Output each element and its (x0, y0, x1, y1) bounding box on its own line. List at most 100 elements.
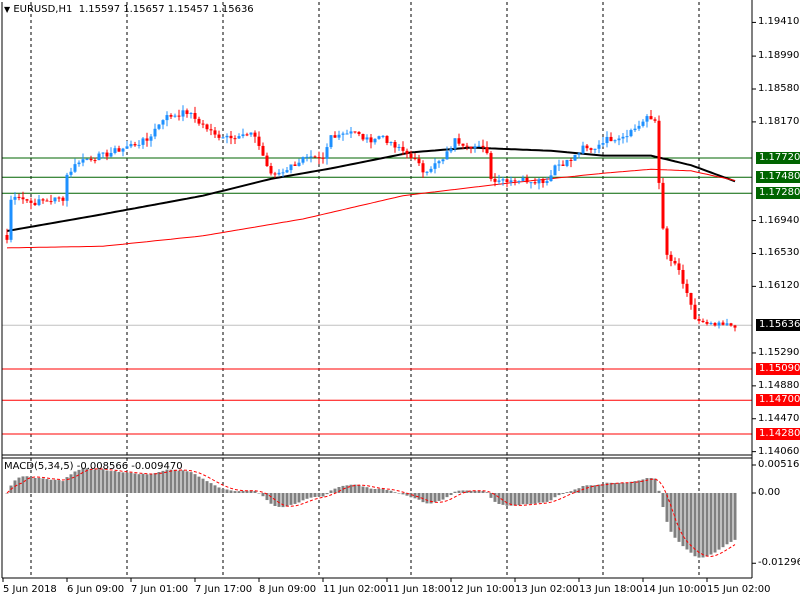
bull-candle (237, 136, 241, 139)
bull-candle (617, 138, 621, 141)
bear-candle (665, 228, 669, 255)
macd-indicator (5, 468, 737, 558)
bear-candle (29, 200, 33, 203)
macd-bar (153, 473, 157, 493)
bear-candle (49, 201, 53, 203)
bull-candle (137, 144, 141, 146)
macd-bar (169, 469, 173, 493)
bull-candle (453, 138, 457, 149)
bull-candle (425, 171, 429, 173)
bear-candle (61, 197, 65, 201)
macd-bar (309, 493, 313, 498)
time-axis-label: 15 Jun 02:00 (707, 584, 771, 595)
bull-candle (85, 158, 89, 160)
bull-candle (629, 130, 633, 137)
bull-candle (301, 157, 305, 163)
macd-bar (733, 493, 737, 540)
macd-bar (425, 493, 429, 504)
bull-candle (285, 170, 289, 173)
macd-bar (113, 470, 117, 493)
bear-candle (461, 143, 465, 146)
macd-bar (369, 488, 373, 493)
macd-bar (349, 484, 353, 493)
bear-candle (233, 138, 237, 140)
bear-candle (313, 156, 317, 158)
price-axis-label: 1.16940 (758, 214, 800, 226)
macd-bar (441, 493, 445, 500)
macd-bar (517, 493, 521, 506)
bear-candle (481, 145, 485, 148)
bull-candle (345, 133, 349, 135)
bull-candle (173, 115, 177, 117)
bull-candle (121, 148, 125, 152)
triangle-down-icon[interactable]: ▼ (4, 5, 10, 14)
macd-bar (17, 477, 21, 493)
macd-bar (649, 478, 653, 493)
bull-candle (593, 148, 597, 150)
bear-candle (669, 254, 673, 261)
bear-candle (485, 147, 489, 154)
price-chart[interactable] (0, 0, 800, 600)
time-axis-label: 6 Jun 09:00 (67, 584, 125, 595)
bear-candle (513, 180, 517, 182)
bull-candle (141, 138, 145, 145)
target-level-tag: 1.14280 (756, 427, 800, 440)
bull-candle (365, 137, 369, 140)
bear-candle (209, 129, 213, 131)
macd-bar (437, 493, 441, 501)
bear-candle (257, 136, 261, 146)
bear-candle (333, 135, 337, 138)
bear-candle (269, 166, 273, 174)
bear-candle (229, 135, 233, 139)
macd-bar (53, 479, 57, 493)
bull-candle (397, 146, 401, 148)
macd-bar (321, 493, 325, 497)
macd-bar (721, 493, 725, 548)
macd-header: MACD(5,34,5) -0.008566 -0.009470 (4, 461, 183, 473)
macd-bar (133, 473, 137, 493)
macd-bar (569, 491, 573, 493)
macd-bar (361, 486, 365, 493)
support-level-tag: 1.17280 (756, 187, 800, 200)
bull-candle (129, 144, 133, 147)
bull-candle (221, 137, 225, 139)
macd-bar (617, 482, 621, 493)
macd-bar (197, 476, 201, 493)
bull-candle (289, 164, 293, 171)
bull-candle (373, 138, 377, 143)
price-axis-label: 1.16120 (758, 280, 800, 292)
macd-bar (233, 491, 237, 493)
bear-candle (693, 304, 697, 320)
bear-candle (25, 199, 29, 201)
bear-candle (105, 152, 109, 157)
macd-bar (345, 485, 349, 493)
macd-bar (593, 485, 597, 493)
macd-bar (165, 469, 169, 493)
macd-bar (677, 493, 681, 542)
bull-candle (149, 136, 153, 141)
bear-candle (589, 148, 593, 150)
macd-bar (557, 493, 561, 496)
bear-candle (533, 182, 537, 184)
macd-bar (5, 493, 9, 494)
bear-candle (697, 319, 701, 321)
bear-candle (361, 134, 365, 140)
macd-bar (161, 470, 165, 493)
macd-bar (305, 493, 309, 499)
bear-candle (673, 260, 677, 264)
bear-candle (261, 145, 265, 156)
macd-bar (225, 489, 229, 493)
bull-candle (77, 162, 81, 165)
macd-bar (689, 493, 693, 553)
price-axis-label: 1.18580 (758, 83, 800, 94)
macd-bar (205, 481, 209, 493)
macd-bar (565, 492, 569, 493)
macd-bar (297, 493, 301, 503)
bear-candle (17, 196, 21, 198)
macd-bar (177, 470, 181, 493)
macd-bar (533, 493, 537, 504)
candles (5, 105, 737, 332)
macd-bar (41, 478, 45, 493)
macd-bar (657, 490, 661, 493)
macd-bar (513, 493, 517, 506)
